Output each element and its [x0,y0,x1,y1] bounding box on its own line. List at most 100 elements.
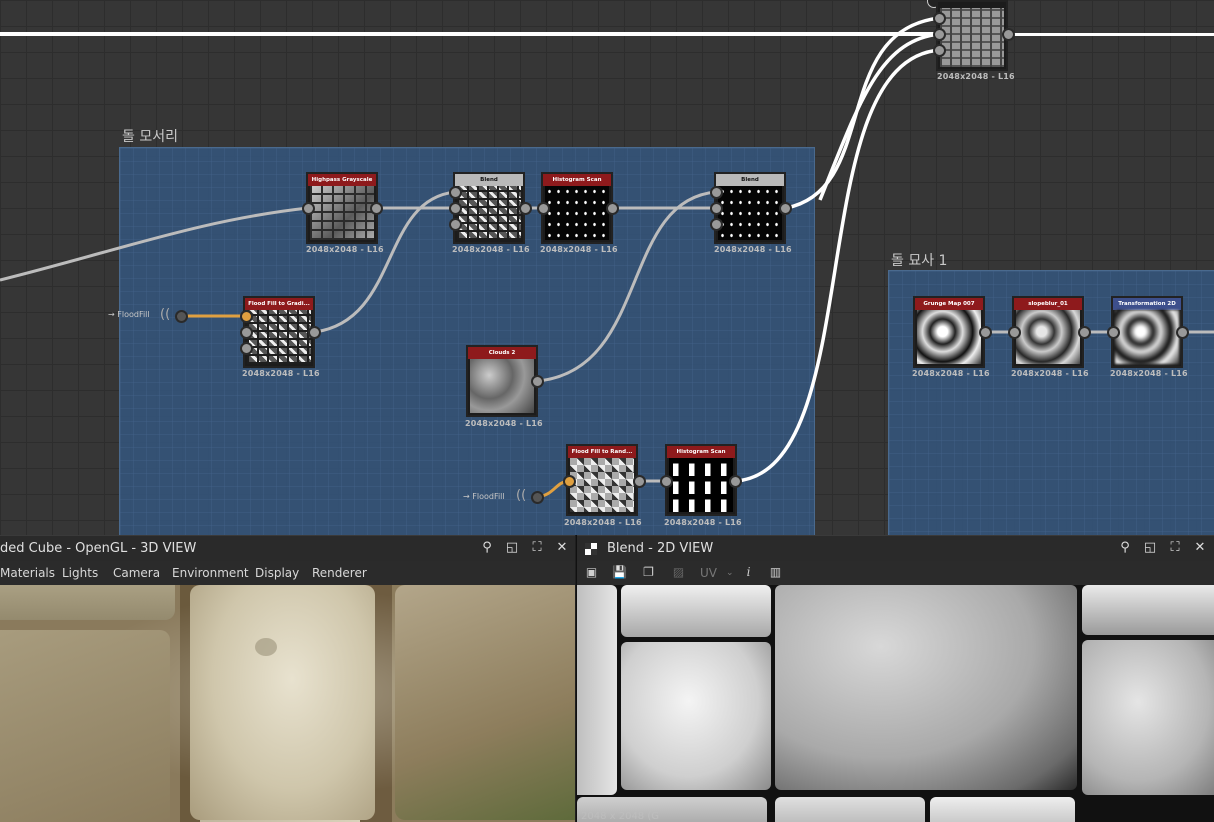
histogram-icon[interactable]: ▥ [767,564,784,581]
chevron-down-icon[interactable]: ⌄ [726,561,734,585]
height-tile [621,642,771,790]
output-port[interactable] [531,375,544,388]
node-histogram-scan-1[interactable]: Histogram Scan [541,172,613,244]
panel-2d-view: Blend - 2D VIEW ⚲ ◱ ⛶ ✕ ▣ 💾 ❐ ▨ UV ⌄ i ▥… [576,535,1214,822]
menu-camera[interactable]: Camera [113,561,160,585]
menu-renderer[interactable]: Renderer [312,561,367,585]
menu-environment[interactable]: Environment [172,561,249,585]
wire-extra-to-top [818,32,941,201]
output-port[interactable] [1002,28,1015,41]
input-port[interactable] [933,28,946,41]
compare-icon[interactable]: ▨ [670,564,687,581]
node-slopeblur[interactable]: slopeblur_01 [1012,296,1084,368]
node-top-blend[interactable] [936,0,1008,71]
input-port[interactable] [660,475,673,488]
output-port[interactable] [729,475,742,488]
wire-hist2-to-top [735,48,941,483]
export-icon[interactable]: ▣ [583,564,600,581]
input-port[interactable] [563,475,576,488]
output-port[interactable] [979,326,992,339]
node-graph-canvas[interactable]: 돌 모서리 돌 묘사 1 → FloodFill (( → FloodFill … [0,0,1214,535]
input-port[interactable] [710,202,723,215]
node-thumbnail [940,8,1004,67]
input-port[interactable] [933,44,946,57]
input-port[interactable] [449,202,462,215]
node-title: Flood Fill to Rand... [568,446,636,458]
node-thumbnail [310,186,374,240]
panel-2d-titlebar: Blend - 2D VIEW ⚲ ◱ ⛶ ✕ [577,535,1214,562]
node-flood-fill-to-gradient[interactable]: Flood Fill to Gradi... [243,296,315,368]
pin-icon[interactable]: ⚲ [480,541,494,555]
input-port[interactable] [302,202,315,215]
maximize-icon[interactable]: ⛶ [1168,541,1182,555]
node-highpass-grayscale[interactable]: Highpass Grayscale [306,172,378,244]
output-port[interactable] [633,475,646,488]
viewport-2d[interactable]: 2048 x 2048 (G [577,585,1214,822]
input-port[interactable] [537,202,550,215]
node-clouds-2[interactable]: Clouds 2 [466,345,538,417]
pin-icon[interactable]: ⚲ [1118,541,1132,555]
node-thumbnail [718,186,782,240]
node-thumbnail [457,186,521,240]
stone-center [190,585,375,820]
node-size-label: 2048x2048 - L16 [664,518,742,527]
menu-lights[interactable]: Lights [62,561,98,585]
info-icon[interactable]: i [740,564,757,581]
menu-display[interactable]: Display [255,561,299,585]
input-port[interactable] [449,218,462,231]
save-icon[interactable]: 💾 [611,564,628,581]
stone-left-top [0,585,175,620]
input-port[interactable] [710,186,723,199]
output-port[interactable] [1078,326,1091,339]
node-thumbnail [1016,310,1080,364]
node-histogram-scan-2[interactable]: Histogram Scan [665,444,737,516]
float-icon[interactable]: ◱ [1143,541,1157,555]
node-flood-fill-to-random[interactable]: Flood Fill to Rand... [566,444,638,516]
stone-right [395,585,575,820]
input-port[interactable] [240,326,253,339]
close-icon[interactable]: ✕ [1193,541,1207,555]
output-port[interactable] [1176,326,1189,339]
height-tile [1082,640,1214,795]
output-port[interactable] [308,326,321,339]
node-blend-2[interactable]: Blend [714,172,786,244]
output-port[interactable] [606,202,619,215]
floodfill-label-1: → FloodFill [108,310,150,319]
node-title: Blend [716,174,784,186]
node-grunge-map-007[interactable]: Grunge Map 007 [913,296,985,368]
output-port[interactable] [519,202,532,215]
floodfill-label-2: → FloodFill [463,492,505,501]
node-thumbnail [247,310,311,364]
floodfill-port-2[interactable] [531,491,544,504]
input-port[interactable] [240,310,253,323]
node-thumbnail [1115,310,1179,364]
height-tile [577,585,617,795]
maximize-icon[interactable]: ⛶ [530,541,544,555]
output-port[interactable] [779,202,792,215]
node-title: Flood Fill to Gradi... [245,298,313,310]
float-icon[interactable]: ◱ [505,541,519,555]
node-title: Grunge Map 007 [915,298,983,310]
output-port[interactable] [370,202,383,215]
input-port[interactable] [1008,326,1021,339]
height-tile [621,585,771,637]
input-port[interactable] [710,218,723,231]
height-tile [1082,585,1214,635]
input-port[interactable] [240,342,253,355]
node-thumbnail [669,458,733,512]
wire-blend2-to-top [785,16,941,210]
input-port[interactable] [933,12,946,25]
uv-dropdown[interactable]: UV [700,561,717,585]
input-port[interactable] [1107,326,1120,339]
node-transformation-2d[interactable]: Transformation 2D [1111,296,1183,368]
floodfill-port-1[interactable] [175,310,188,323]
menu-materials[interactable]: Materials [0,561,55,585]
copy-icon[interactable]: ❐ [640,564,657,581]
node-blend-1[interactable]: Blend [453,172,525,244]
viewport-3d[interactable] [0,585,575,822]
wireless-icon-1: (( [160,307,171,322]
input-port[interactable] [449,186,462,199]
node-size-label: 2048x2048 - L16 [452,245,530,254]
close-icon[interactable]: ✕ [555,541,569,555]
node-size-label: 2048x2048 - L16 [242,369,320,378]
